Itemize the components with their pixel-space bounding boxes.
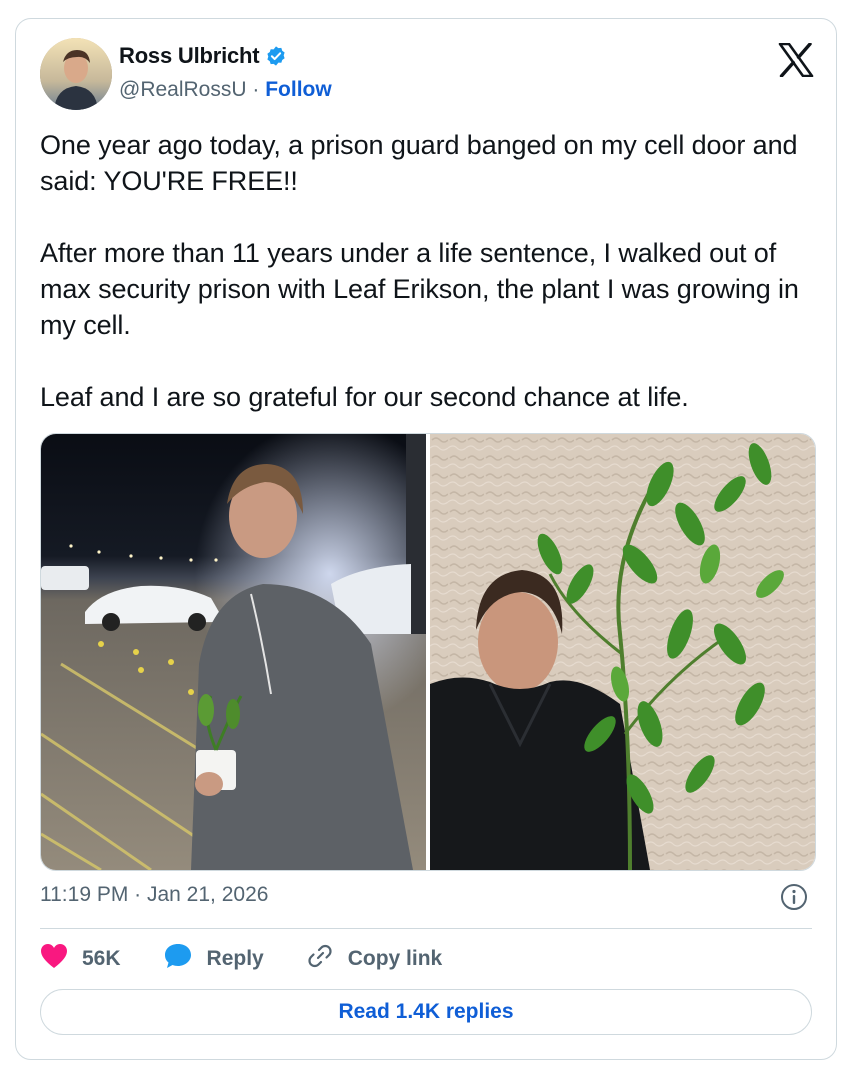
photo-plant-indoor[interactable] — [430, 434, 815, 870]
avatar[interactable] — [40, 38, 112, 110]
tweet-timestamp[interactable]: 11:19 PM · Jan 21, 2026 — [40, 883, 268, 907]
divider — [40, 928, 812, 929]
info-icon[interactable] — [780, 883, 808, 911]
reply-button[interactable]: Reply — [163, 942, 264, 976]
tweet-card[interactable]: Ross Ulbricht @RealRossU · Follow One ye… — [15, 18, 837, 1060]
like-count: 56K — [82, 947, 121, 970]
tweet-media[interactable] — [40, 433, 816, 871]
reply-bubble-icon — [163, 942, 193, 976]
follow-button[interactable]: Follow — [265, 78, 332, 101]
like-button[interactable]: 56K — [40, 943, 121, 975]
tweet-text: One year ago today, a prison guard bange… — [40, 130, 799, 412]
author-handle[interactable]: @RealRossU — [119, 78, 247, 101]
link-icon — [306, 942, 334, 976]
read-replies-button[interactable]: Read 1.4K replies — [40, 989, 812, 1035]
author-name[interactable]: Ross Ulbricht — [119, 43, 260, 69]
photo-parking-lot-night[interactable] — [41, 434, 426, 870]
copy-link-button[interactable]: Copy link — [306, 942, 443, 976]
copy-link-label: Copy link — [347, 947, 443, 970]
heart-icon — [40, 943, 68, 975]
handle-separator: · — [252, 78, 260, 101]
verified-badge-icon — [265, 45, 287, 67]
reply-label: Reply — [206, 947, 264, 970]
action-bar: 56K Reply Copy link — [40, 941, 484, 977]
x-logo-icon[interactable] — [778, 42, 814, 78]
